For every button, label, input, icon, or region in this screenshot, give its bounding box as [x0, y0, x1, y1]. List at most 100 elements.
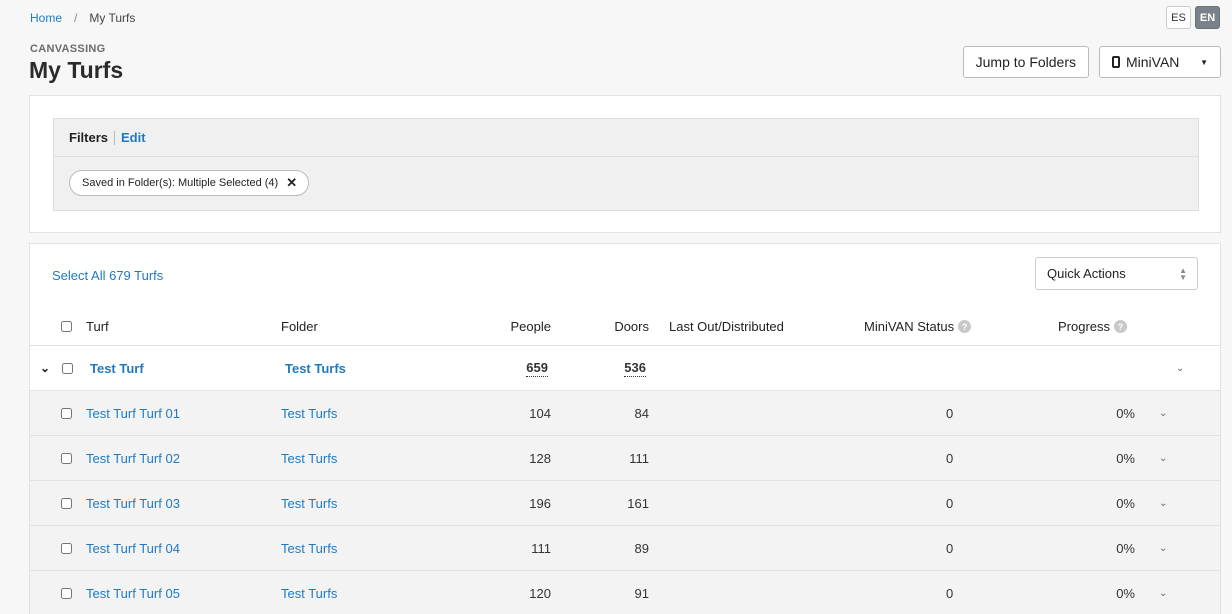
people-value: 104 [529, 405, 551, 421]
folder-link: Test Turfs [285, 346, 346, 390]
row-checkbox-cell [61, 481, 72, 525]
row-checkbox-cell [62, 346, 73, 390]
header-minivan-status-label[interactable]: MiniVAN Status [864, 319, 954, 334]
jump-to-folders-button[interactable]: Jump to Folders [962, 46, 1089, 78]
row-checkbox[interactable] [62, 362, 73, 374]
row-checkbox-cell [61, 526, 72, 570]
turf-link[interactable]: Test Turf Turf 02 [86, 451, 180, 466]
breadcrumb-home-link[interactable]: Home [30, 11, 62, 25]
select-all-checkbox[interactable] [61, 321, 72, 332]
quick-actions-label: Quick Actions [1047, 266, 1126, 281]
folder-cell: Test Turfs [281, 391, 337, 435]
help-icon[interactable]: ? [1114, 320, 1128, 333]
people-value: 128 [529, 450, 551, 466]
folder-link-text[interactable]: Test Turfs [285, 361, 346, 376]
minivan-status-value: 0 [946, 585, 954, 601]
filters-divider [114, 130, 116, 145]
folder-link[interactable]: Test Turfs [281, 451, 337, 466]
quick-actions-select[interactable]: Quick Actions ▲ ▼ [1035, 257, 1198, 290]
top-actions: Jump to Folders MiniVAN ▼ [962, 46, 1221, 78]
turf-link-text[interactable]: Test Turf [90, 361, 144, 376]
table-row: Test Turf Turf 03 Test Turfs 196 161 0 0… [30, 481, 1220, 526]
turf-link: Test Turf [90, 346, 144, 390]
progress-value: 0% [1116, 450, 1135, 466]
filter-chip: Saved in Folder(s): Multiple Selected (4… [69, 170, 310, 196]
filter-chip-value: Multiple Selected (4) [177, 177, 279, 189]
select-all-link[interactable]: Select All 679 Turfs [52, 268, 163, 283]
filters-box: Filters Edit Saved in Folder(s): Multipl… [53, 118, 1199, 211]
filters-edit-link[interactable]: Edit [121, 130, 146, 145]
turfs-table-panel: Select All 679 Turfs Quick Actions ▲ ▼ Tu… [29, 243, 1221, 614]
minivan-dropdown-button[interactable]: MiniVAN ▼ [1099, 46, 1221, 78]
phone-icon [1112, 56, 1120, 68]
folder-link[interactable]: Test Turfs [281, 406, 337, 421]
header-doors[interactable]: Doors [570, 308, 649, 345]
table-header: Turf Folder People Doors Last Out/Distri… [30, 308, 1220, 346]
folder-cell: Test Turfs [281, 571, 337, 614]
language-en-button[interactable]: EN [1195, 6, 1220, 29]
progress-value: 0% [1116, 405, 1135, 421]
header-people[interactable]: People [470, 308, 551, 345]
chevron-down-icon[interactable]: ⌄ [1159, 526, 1167, 570]
row-checkbox[interactable] [61, 587, 72, 599]
row-checkbox-cell [61, 436, 72, 480]
turf-link[interactable]: Test Turf Turf 03 [86, 496, 180, 511]
folder-link[interactable]: Test Turfs [281, 586, 337, 601]
folder-link[interactable]: Test Turfs [281, 541, 337, 556]
filters-panel: Filters Edit Saved in Folder(s): Multipl… [29, 95, 1221, 233]
progress-value: 0% [1116, 540, 1135, 556]
chevron-down-icon[interactable]: ⌄ [1176, 346, 1184, 390]
page-eyebrow: CANVASSING [30, 43, 106, 55]
chevron-down-icon[interactable]: ⌄ [1159, 571, 1167, 614]
turf-link[interactable]: Test Turf Turf 05 [86, 586, 180, 601]
row-checkbox[interactable] [61, 542, 72, 554]
row-checkbox[interactable] [61, 452, 72, 464]
filters-title: Filters [69, 130, 109, 145]
minivan-status-value: 0 [946, 405, 954, 421]
row-checkbox-cell [61, 571, 72, 614]
doors-value: 91 [634, 585, 649, 601]
collapse-chevron-icon[interactable]: ⌄ [40, 346, 50, 390]
doors-count-value[interactable]: 536 [624, 360, 646, 377]
filter-chip-key: Saved in Folder(s): [82, 177, 175, 189]
people-value: 111 [531, 540, 551, 556]
folder-cell: Test Turfs [281, 481, 337, 525]
language-es-button[interactable]: ES [1166, 6, 1191, 29]
row-checkbox[interactable] [61, 497, 72, 509]
folder-cell: Test Turfs [281, 436, 337, 480]
chevron-down-icon[interactable]: ⌄ [1159, 481, 1167, 525]
turf-link[interactable]: Test Turf Turf 01 [86, 406, 180, 421]
row-checkbox[interactable] [61, 407, 72, 419]
header-checkbox-cell [61, 308, 72, 345]
breadcrumb-current: My Turfs [89, 11, 136, 25]
turf-cell: Test Turf Turf 02 [86, 436, 180, 480]
folder-link[interactable]: Test Turfs [281, 496, 337, 511]
turf-link[interactable]: Test Turf Turf 04 [86, 541, 180, 556]
doors-value: 111 [629, 450, 649, 466]
doors-value: 161 [627, 495, 649, 511]
header-progress-label[interactable]: Progress [1058, 319, 1110, 334]
header-last-out[interactable]: Last Out/Distributed [669, 308, 784, 345]
people-count-value[interactable]: 659 [526, 360, 548, 377]
chevron-down-icon[interactable]: ⌄ [1159, 436, 1167, 480]
breadcrumb: Home / My Turfs [30, 11, 135, 25]
caret-down-icon: ▼ [1200, 57, 1208, 67]
table-row: Test Turf Turf 04 Test Turfs 111 89 0 0%… [30, 526, 1220, 571]
progress-value: 0% [1116, 495, 1135, 511]
chevron-down-icon[interactable]: ⌄ [1159, 391, 1167, 435]
language-toggle: ES EN [1166, 6, 1220, 29]
page-title: My Turfs [29, 57, 124, 83]
doors-count: 536 [570, 346, 646, 390]
minivan-status-value: 0 [946, 450, 954, 466]
header-minivan-status: MiniVAN Status ? [864, 308, 972, 345]
table-row: Test Turf Turf 05 Test Turfs 120 91 0 0%… [30, 571, 1220, 614]
help-icon[interactable]: ? [958, 320, 972, 333]
table-row: Test Turf Turf 01 Test Turfs 104 84 0 0%… [30, 391, 1220, 436]
close-icon[interactable]: ✕ [286, 175, 297, 191]
turf-cell: Test Turf Turf 05 [86, 571, 180, 614]
minivan-label: MiniVAN [1126, 54, 1180, 70]
header-folder[interactable]: Folder [281, 308, 318, 345]
header-turf[interactable]: Turf [86, 308, 109, 345]
doors-value: 84 [634, 405, 649, 421]
people-count: 659 [470, 346, 548, 390]
